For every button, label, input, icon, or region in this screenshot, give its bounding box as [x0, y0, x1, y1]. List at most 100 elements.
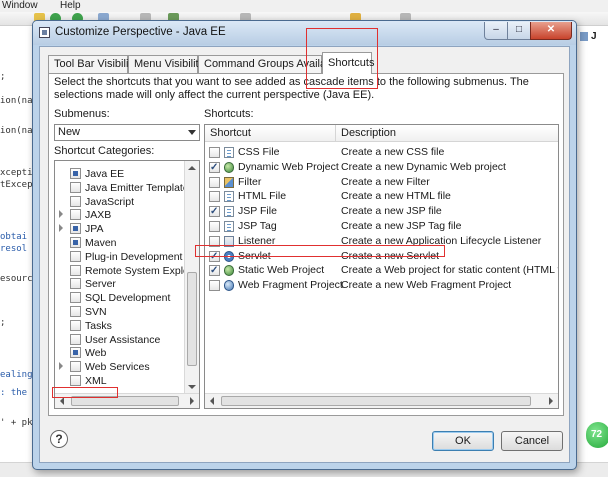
- shortcut-categories-tree[interactable]: Java EE Java Emitter Templates JavaScript J…: [54, 160, 200, 409]
- category-checkbox[interactable]: [70, 209, 81, 221]
- category-label: Server: [85, 278, 116, 291]
- shortcut-checkbox[interactable]: [209, 204, 220, 219]
- shortcut-row[interactable]: Static Web Project Create a Web project f…: [205, 263, 558, 278]
- category-checkbox[interactable]: [70, 195, 81, 207]
- editor-line: obtai: [0, 232, 28, 242]
- category-checkbox[interactable]: [70, 306, 81, 317]
- category-item[interactable]: Remote System Explorer: [55, 264, 199, 278]
- cancel-button[interactable]: Cancel: [501, 431, 563, 451]
- category-item[interactable]: JAXB: [55, 208, 184, 222]
- perspective-icon[interactable]: [580, 32, 588, 41]
- shortcut-name: JSP Tag: [238, 220, 277, 232]
- shortcut-checkbox[interactable]: [209, 191, 220, 203]
- shortcut-checkbox[interactable]: [209, 160, 220, 175]
- update-badge[interactable]: 72: [586, 422, 608, 448]
- shortcut-row[interactable]: JSP Tag Create a new JSP Tag file: [205, 219, 558, 234]
- category-item[interactable]: SVN: [55, 305, 184, 319]
- dialog-client-area: Tool Bar Visibility Menu Visibility Comm…: [39, 46, 570, 463]
- menu-window[interactable]: Window: [2, 0, 38, 11]
- scroll-thumb[interactable]: [187, 272, 197, 366]
- expand-arrow-icon[interactable]: [59, 224, 63, 233]
- category-item[interactable]: Web Services: [55, 360, 184, 374]
- maximize-button[interactable]: □: [507, 22, 531, 40]
- category-item[interactable]: XML: [55, 374, 184, 388]
- ide-menu-bar: Window Help: [0, 0, 608, 12]
- category-checkbox[interactable]: [70, 292, 81, 304]
- shortcut-description: Create a new HTML file: [341, 190, 451, 203]
- tab-command-groups-availability[interactable]: Command Groups Availability: [198, 55, 348, 73]
- category-item[interactable]: SQL Development: [55, 291, 184, 305]
- category-checkbox[interactable]: [70, 333, 81, 345]
- category-label: SQL Development: [85, 292, 171, 305]
- jsp-file-icon: [224, 206, 234, 218]
- ok-button[interactable]: OK: [432, 431, 494, 451]
- scroll-down-icon[interactable]: [188, 385, 196, 389]
- css-file-icon: [224, 147, 234, 158]
- category-item[interactable]: Java EE: [55, 167, 184, 181]
- scroll-thumb[interactable]: [221, 396, 531, 406]
- category-item[interactable]: Tasks: [55, 319, 184, 333]
- editor-line: ion(na: [0, 96, 33, 106]
- close-button[interactable]: ✕: [530, 22, 572, 40]
- category-checkbox[interactable]: [70, 250, 81, 262]
- expand-arrow-icon[interactable]: [59, 210, 63, 219]
- tab-tool-bar-visibility[interactable]: Tool Bar Visibility: [48, 55, 137, 73]
- category-checkbox[interactable]: [70, 347, 81, 359]
- shortcut-checkbox[interactable]: [209, 280, 220, 292]
- category-checkbox[interactable]: [70, 319, 81, 331]
- window-icon: [39, 27, 50, 38]
- category-item[interactable]: Web: [55, 346, 184, 360]
- column-header-shortcut[interactable]: Shortcut: [205, 125, 336, 142]
- scroll-up-icon[interactable]: [188, 166, 196, 170]
- shortcut-checkbox[interactable]: [209, 176, 220, 188]
- category-checkbox[interactable]: [70, 361, 81, 373]
- category-item[interactable]: Java Emitter Templates: [55, 181, 194, 195]
- scroll-left-icon[interactable]: [60, 397, 64, 405]
- shortcut-row[interactable]: Web Fragment Project Create a new Web Fra…: [205, 278, 558, 293]
- expand-arrow-icon[interactable]: [59, 362, 63, 371]
- shortcut-checkbox[interactable]: [209, 263, 220, 278]
- shortcut-name: Web Fragment Project: [238, 279, 343, 292]
- shortcut-row[interactable]: Dynamic Web ProjectCreate a new Dynamic …: [205, 160, 558, 175]
- category-item[interactable]: JPA: [55, 222, 184, 236]
- shortcut-row[interactable]: CSS File Create a new CSS file: [205, 145, 558, 160]
- dialog-title-bar[interactable]: Customize Perspective - Java EE – □ ✕: [33, 21, 576, 45]
- shortcuts-horizontal-scrollbar[interactable]: [205, 393, 558, 408]
- category-checkbox[interactable]: [70, 375, 81, 386]
- category-item[interactable]: JavaScript: [55, 195, 184, 209]
- column-header-description[interactable]: Description: [336, 125, 558, 142]
- shortcut-description: Create a new Dynamic Web project: [341, 160, 506, 173]
- minimize-button[interactable]: –: [484, 22, 508, 40]
- chevron-down-icon[interactable]: [188, 130, 196, 135]
- category-item[interactable]: Maven: [55, 236, 184, 250]
- scroll-right-icon[interactable]: [190, 397, 194, 405]
- category-checkbox[interactable]: [70, 168, 81, 179]
- shortcuts-table[interactable]: Shortcut Description CSS File Create a ne…: [204, 124, 559, 409]
- help-icon[interactable]: ?: [50, 430, 68, 448]
- category-item[interactable]: Plug-in Development: [55, 250, 184, 264]
- tab-shortcuts[interactable]: Shortcuts: [322, 52, 374, 74]
- shortcut-checkbox[interactable]: [209, 221, 220, 232]
- tab-menu-visibility[interactable]: Menu Visibility: [128, 55, 204, 73]
- category-item[interactable]: Server: [55, 277, 184, 291]
- category-checkbox[interactable]: [70, 237, 81, 248]
- shortcut-row[interactable]: Filter Create a new Filter: [205, 175, 558, 190]
- shortcut-row[interactable]: JSP File Create a new JSP file: [205, 204, 558, 219]
- category-checkbox[interactable]: [70, 278, 81, 290]
- category-checkbox[interactable]: [70, 181, 81, 193]
- perspective-label: J: [591, 31, 597, 42]
- category-item[interactable]: User Assistance: [55, 333, 184, 347]
- editor-line: tExcep: [0, 180, 33, 190]
- shortcut-row[interactable]: HTML File Create a new HTML file: [205, 189, 558, 204]
- category-label: JavaScript: [85, 195, 135, 208]
- shortcut-checkbox[interactable]: [209, 147, 220, 158]
- category-checkbox[interactable]: [70, 264, 81, 276]
- scroll-right-icon[interactable]: [549, 397, 553, 405]
- category-label: SVN: [85, 306, 107, 318]
- categories-vertical-scrollbar[interactable]: [184, 161, 199, 394]
- editor-line: resol: [0, 244, 28, 254]
- category-checkbox[interactable]: [70, 223, 81, 235]
- submenus-select[interactable]: New: [54, 124, 200, 141]
- scroll-left-icon[interactable]: [210, 397, 214, 405]
- menu-help[interactable]: Help: [60, 0, 81, 11]
